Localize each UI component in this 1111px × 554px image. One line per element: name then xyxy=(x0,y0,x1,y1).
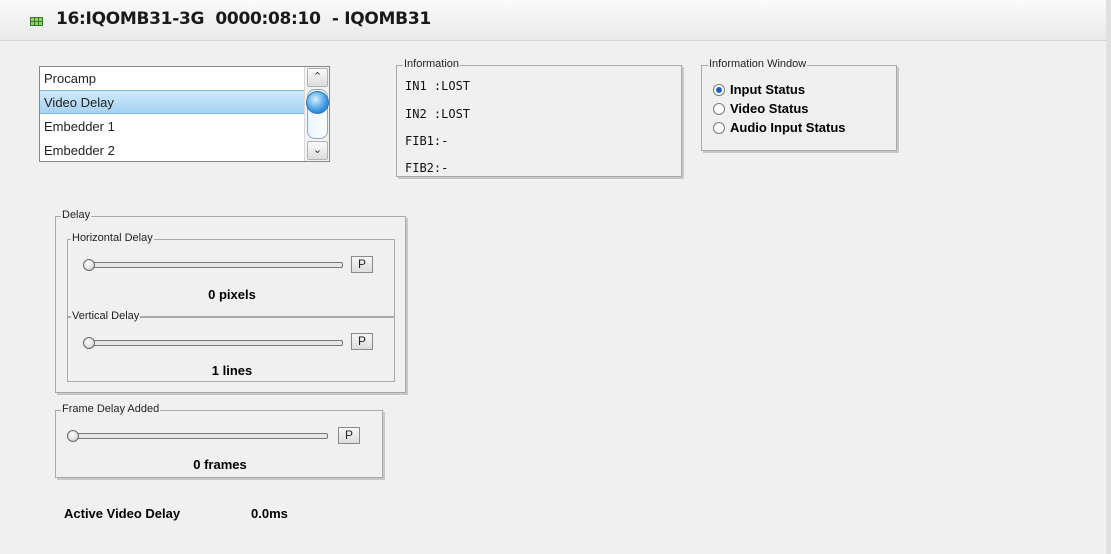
information-window-group: Information Window Input Status Video St… xyxy=(701,58,897,151)
information-label: Information xyxy=(403,58,461,70)
active-video-delay-value: 0.0ms xyxy=(251,506,288,521)
radio-unchecked-icon[interactable] xyxy=(713,103,725,115)
info-line-in1: IN1 :LOST xyxy=(405,79,471,93)
active-video-delay-label: Active Video Delay xyxy=(64,506,181,521)
vertical-delay-value: 1 lines xyxy=(211,363,253,378)
radio-unchecked-icon[interactable] xyxy=(713,122,725,134)
list-item-embedder-1[interactable]: Embedder 1 xyxy=(40,115,304,139)
vertical-delay-label: Vertical Delay xyxy=(71,310,141,322)
window-title-bar: 16:IQOMB31-3G 0000:08:10 - IQOMB31 xyxy=(0,0,1111,41)
horizontal-delay-slider-track[interactable] xyxy=(85,262,343,268)
horizontal-delay-label: Horizontal Delay xyxy=(71,232,154,244)
information-group: Information IN1 :LOST IN2 :LOST FIB1:- F… xyxy=(396,58,682,177)
delay-group: Delay Horizontal Delay P 0 pixels Vertic… xyxy=(55,209,406,393)
info-line-fib2: FIB2:- xyxy=(405,161,449,175)
window-right-edge xyxy=(1106,0,1111,554)
frame-delay-label: Frame Delay Added xyxy=(61,403,161,415)
scroll-down-arrow-icon[interactable]: ⌄ xyxy=(307,141,328,160)
list-item-procamp[interactable]: Procamp xyxy=(40,67,304,91)
list-item-embedder-2[interactable]: Embedder 2 xyxy=(40,139,304,163)
radio-audio-input-status-label: Audio Input Status xyxy=(730,120,846,135)
vertical-delay-preset-button[interactable]: P xyxy=(351,333,373,350)
radio-video-status-label: Video Status xyxy=(730,101,809,116)
delay-label: Delay xyxy=(61,209,92,221)
window-title: 16:IQOMB31-3G 0000:08:10 - IQOMB31 xyxy=(56,9,431,29)
radio-input-status-label: Input Status xyxy=(730,82,806,97)
frame-delay-slider-thumb[interactable] xyxy=(67,430,79,442)
frame-delay-group: Frame Delay Added P 0 frames xyxy=(55,403,383,478)
info-line-fib1: FIB1:- xyxy=(405,134,449,148)
vertical-delay-group: Vertical Delay P 1 lines xyxy=(67,310,395,382)
horizontal-delay-value: 0 pixels xyxy=(208,287,256,302)
scroll-up-arrow-icon[interactable]: ⌃ xyxy=(307,68,328,87)
device-card-icon xyxy=(30,17,43,26)
frame-delay-value: 0 frames xyxy=(193,457,247,472)
vertical-delay-slider-thumb[interactable] xyxy=(83,337,95,349)
horizontal-delay-group: Horizontal Delay P 0 pixels xyxy=(67,232,395,317)
frame-delay-preset-button[interactable]: P xyxy=(338,427,360,444)
frame-delay-slider-track[interactable] xyxy=(69,433,328,439)
horizontal-delay-preset-button[interactable]: P xyxy=(351,256,373,273)
radio-checked-icon[interactable] xyxy=(713,84,725,96)
scroll-knob-icon[interactable] xyxy=(306,91,329,114)
vertical-delay-slider-track[interactable] xyxy=(85,340,343,346)
info-line-in2: IN2 :LOST xyxy=(405,107,471,121)
scroll-thumb[interactable] xyxy=(306,89,329,139)
list-item-video-delay[interactable]: Video Delay xyxy=(40,90,304,114)
list-scrollbar[interactable]: ⌃ ⌄ xyxy=(304,67,329,161)
horizontal-delay-slider-thumb[interactable] xyxy=(83,259,95,271)
category-listbox[interactable]: Procamp Video Delay Embedder 1 Embedder … xyxy=(39,66,330,162)
information-window-label: Information Window xyxy=(708,58,808,70)
